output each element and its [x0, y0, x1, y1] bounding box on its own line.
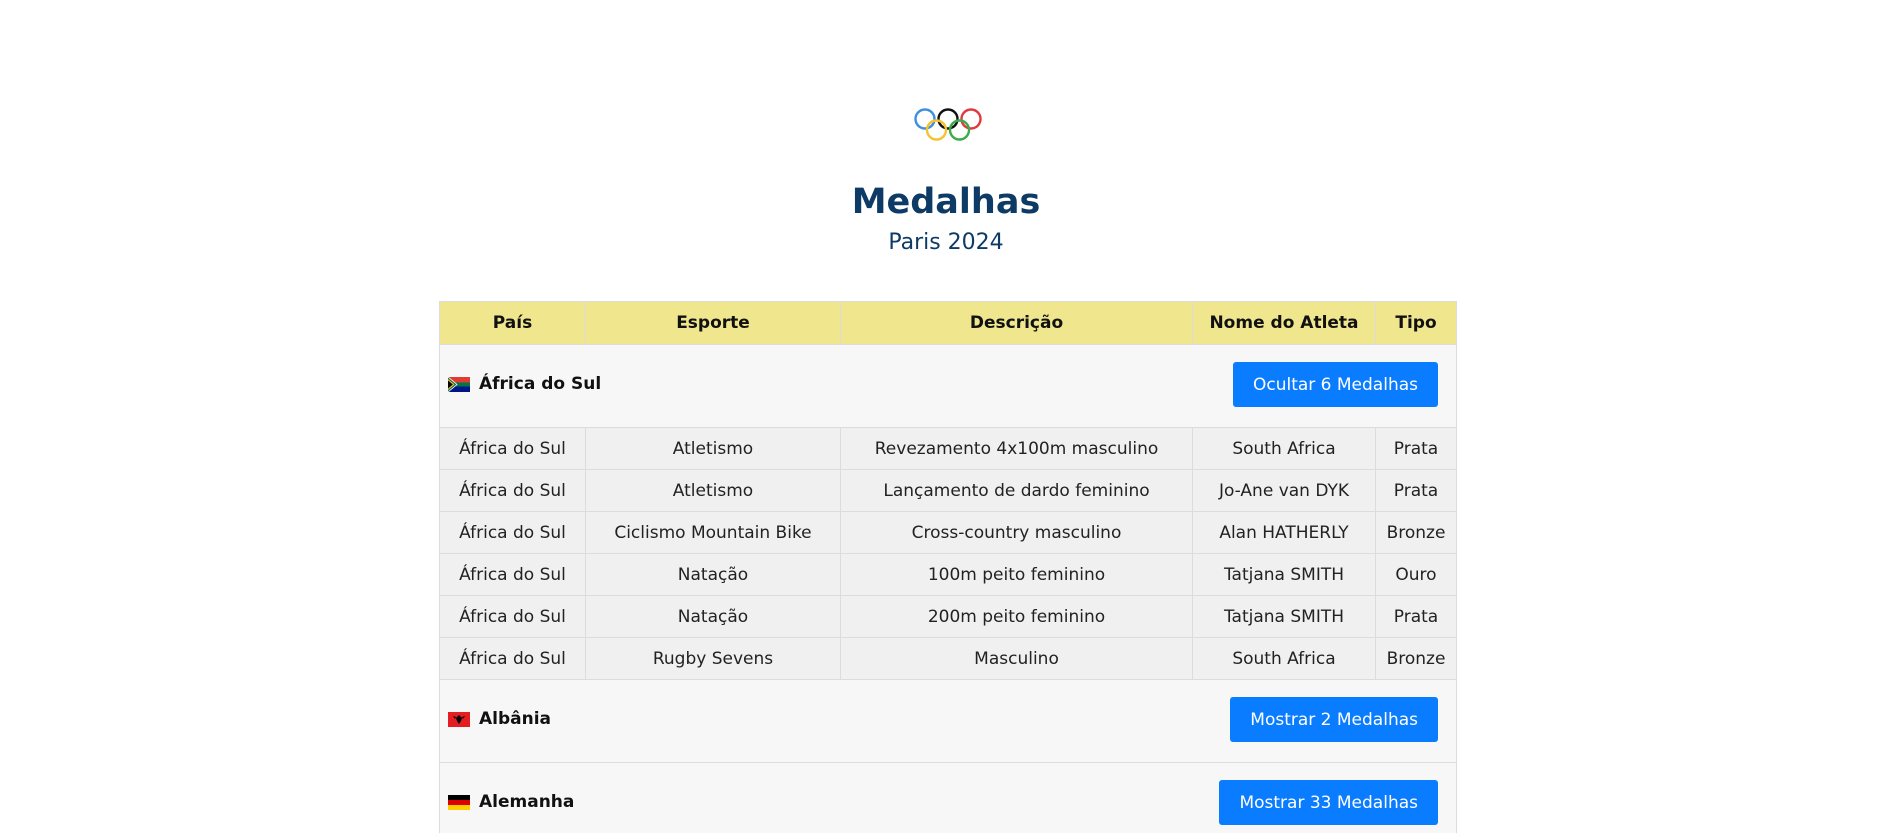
albania-flag-icon [448, 711, 470, 727]
cell-athlete: Tatjana SMITH [1192, 553, 1376, 596]
cell-description: Lançamento de dardo feminino [840, 469, 1193, 512]
country-name: Albânia [479, 709, 552, 729]
cell-description: 100m peito feminino [840, 553, 1193, 596]
cell-country: África do Sul [439, 427, 586, 470]
cell-sport: Atletismo [585, 427, 841, 470]
country-name: Alemanha [479, 792, 575, 812]
table-header-row: País Esporte Descrição Nome do Atleta Ti… [439, 301, 1457, 345]
cell-type: Prata [1375, 469, 1457, 512]
cell-sport: Natação [585, 595, 841, 638]
cell-type: Ouro [1375, 553, 1457, 596]
page: Medalhas Paris 2024 País Esporte Descriç… [0, 0, 1892, 833]
country-group-row: Albânia Mostrar 2 Medalhas [439, 679, 1457, 763]
country-group-cell: Alemanha Mostrar 33 Medalhas [439, 762, 1457, 833]
table-row: África do Sul Ciclismo Mountain Bike Cro… [439, 511, 1457, 554]
cell-athlete: South Africa [1192, 637, 1376, 680]
country-label: Albânia [448, 709, 551, 729]
cell-type: Prata [1375, 595, 1457, 638]
column-header-country: País [439, 301, 586, 345]
south-africa-flag-icon [448, 376, 470, 392]
cell-type: Bronze [1375, 511, 1457, 554]
cell-country: África do Sul [439, 511, 586, 554]
show-medals-button[interactable]: Mostrar 33 Medalhas [1219, 780, 1438, 825]
cell-sport: Rugby Sevens [585, 637, 841, 680]
cell-athlete: South Africa [1192, 427, 1376, 470]
cell-athlete: Jo-Ane van DYK [1192, 469, 1376, 512]
cell-athlete: Alan HATHERLY [1192, 511, 1376, 554]
column-header-athlete: Nome do Atleta [1192, 301, 1376, 345]
country-group-row: Alemanha Mostrar 33 Medalhas [439, 762, 1457, 833]
hide-medals-button[interactable]: Ocultar 6 Medalhas [1232, 362, 1438, 407]
country-group-cell: África do Sul Ocultar 6 Medalhas [439, 344, 1457, 428]
cell-description: Cross-country masculino [840, 511, 1193, 554]
cell-sport: Natação [585, 553, 841, 596]
column-header-type: Tipo [1375, 301, 1457, 345]
cell-description: 200m peito feminino [840, 595, 1193, 638]
country-group-row: África do Sul Ocultar 6 Medalhas [439, 344, 1457, 428]
cell-sport: Ciclismo Mountain Bike [585, 511, 841, 554]
country-label: Alemanha [448, 792, 574, 812]
cell-country: África do Sul [439, 595, 586, 638]
table-row: África do Sul Natação 200m peito feminin… [439, 595, 1457, 638]
page-title: Medalhas [851, 182, 1041, 222]
cell-type: Bronze [1375, 637, 1457, 680]
cell-description: Revezamento 4x100m masculino [840, 427, 1193, 470]
table-row: África do Sul Rugby Sevens Masculino Sou… [439, 637, 1457, 680]
country-group-cell: Albânia Mostrar 2 Medalhas [439, 679, 1457, 763]
cell-country: África do Sul [439, 637, 586, 680]
country-label: África do Sul [448, 374, 601, 394]
olympic-rings-icon [914, 108, 982, 141]
show-medals-button[interactable]: Mostrar 2 Medalhas [1230, 697, 1438, 742]
column-header-description: Descrição [840, 301, 1193, 345]
germany-flag-icon [448, 794, 470, 810]
cell-type: Prata [1375, 427, 1457, 470]
page-subtitle: Paris 2024 [888, 230, 1004, 255]
column-header-sport: Esporte [585, 301, 841, 345]
cell-athlete: Tatjana SMITH [1192, 595, 1376, 638]
cell-description: Masculino [840, 637, 1193, 680]
country-name: África do Sul [479, 374, 602, 394]
cell-country: África do Sul [439, 469, 586, 512]
table-row: África do Sul Atletismo Revezamento 4x10… [439, 427, 1457, 470]
medals-table: País Esporte Descrição Nome do Atleta Ti… [439, 301, 1457, 833]
cell-country: África do Sul [439, 553, 586, 596]
cell-sport: Atletismo [585, 469, 841, 512]
table-row: África do Sul Natação 100m peito feminin… [439, 553, 1457, 596]
table-row: África do Sul Atletismo Lançamento de da… [439, 469, 1457, 512]
